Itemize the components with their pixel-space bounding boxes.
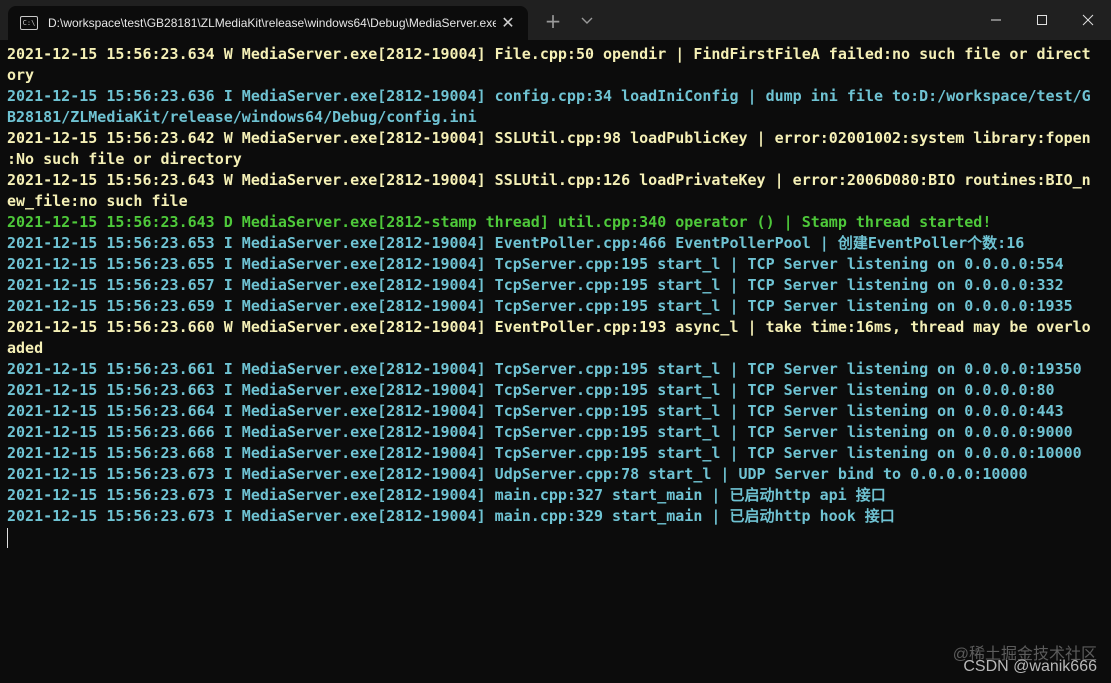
log-line: 2021-12-15 15:56:23.663 I MediaServer.ex… — [7, 381, 1055, 399]
log-line: 2021-12-15 15:56:23.668 I MediaServer.ex… — [7, 444, 1082, 462]
terminal-tab[interactable]: C:\ D:\workspace\test\GB28181\ZLMediaKit… — [8, 6, 528, 40]
log-line: aded — [7, 339, 44, 357]
log-line: 2021-12-15 15:56:23.636 I MediaServer.ex… — [7, 87, 1091, 105]
maximize-button[interactable] — [1019, 0, 1065, 40]
log-line: 2021-12-15 15:56:23.666 I MediaServer.ex… — [7, 423, 1073, 441]
title-bar: C:\ D:\workspace\test\GB28181\ZLMediaKit… — [0, 0, 1111, 40]
log-line: ew_file:no such file — [7, 192, 188, 210]
log-line: 2021-12-15 15:56:23.673 I MediaServer.ex… — [7, 486, 886, 504]
log-line: 2021-12-15 15:56:23.660 W MediaServer.ex… — [7, 318, 1091, 336]
log-line: B28181/ZLMediaKit/release/windows64/Debu… — [7, 108, 477, 126]
close-window-button[interactable] — [1065, 0, 1111, 40]
log-line: ory — [7, 66, 35, 84]
minimize-button[interactable] — [973, 0, 1019, 40]
close-icon — [1082, 14, 1094, 26]
log-line: 2021-12-15 15:56:23.659 I MediaServer.ex… — [7, 297, 1073, 315]
new-tab-button[interactable]: + — [542, 10, 564, 32]
tab-title: D:\workspace\test\GB28181\ZLMediaKit\rel… — [48, 16, 496, 30]
log-line: 2021-12-15 15:56:23.655 I MediaServer.ex… — [7, 255, 1064, 273]
log-line: 2021-12-15 15:56:23.643 D MediaServer.ex… — [7, 213, 992, 231]
text-cursor — [7, 528, 8, 548]
maximize-icon — [1037, 15, 1047, 25]
log-line: 2021-12-15 15:56:23.673 I MediaServer.ex… — [7, 465, 1028, 483]
log-line: 2021-12-15 15:56:23.661 I MediaServer.ex… — [7, 360, 1082, 378]
log-line: 2021-12-15 15:56:23.673 I MediaServer.ex… — [7, 507, 895, 525]
terminal-icon: C:\ — [20, 16, 38, 30]
log-line: 2021-12-15 15:56:23.634 W MediaServer.ex… — [7, 45, 1091, 63]
log-line: :No such file or directory — [7, 150, 242, 168]
watermark-csdn: CSDN @wanik666 — [963, 658, 1097, 675]
log-line: 2021-12-15 15:56:23.642 W MediaServer.ex… — [7, 129, 1091, 147]
log-line: 2021-12-15 15:56:23.657 I MediaServer.ex… — [7, 276, 1064, 294]
terminal-output[interactable]: 2021-12-15 15:56:23.634 W MediaServer.ex… — [7, 44, 1105, 680]
minimize-icon — [991, 19, 1001, 21]
close-tab-icon[interactable]: ✕ — [500, 15, 516, 31]
chevron-down-icon — [581, 17, 593, 24]
log-line: 2021-12-15 15:56:23.664 I MediaServer.ex… — [7, 402, 1064, 420]
log-line: 2021-12-15 15:56:23.643 W MediaServer.ex… — [7, 171, 1091, 189]
log-line: 2021-12-15 15:56:23.653 I MediaServer.ex… — [7, 234, 1025, 252]
tab-dropdown-button[interactable] — [576, 10, 598, 32]
